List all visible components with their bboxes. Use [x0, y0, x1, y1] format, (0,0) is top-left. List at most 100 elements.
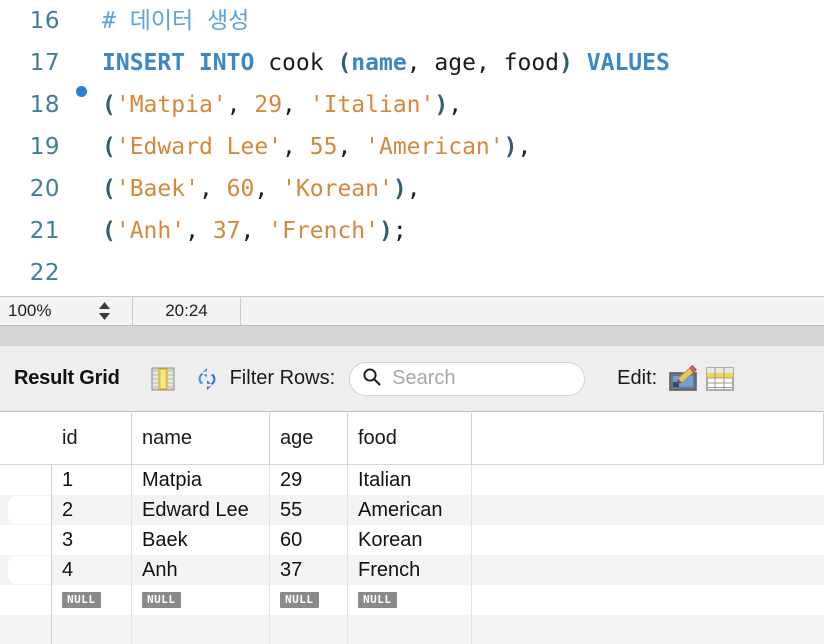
code-token: VALUES: [586, 50, 670, 76]
column-header-id[interactable]: id: [52, 413, 132, 464]
null-cell-age[interactable]: NULL: [270, 585, 348, 615]
column-header-age[interactable]: age: [270, 413, 348, 464]
null-cell-id[interactable]: NULL: [52, 585, 132, 615]
line-number: 22: [29, 260, 60, 286]
code-line[interactable]: 18 ('Matpia', 29, 'Italian'),: [0, 84, 824, 126]
table-cell-food[interactable]: French: [348, 555, 472, 585]
stepper-up-down-icon[interactable]: [97, 301, 112, 321]
column-header-name[interactable]: name: [132, 413, 270, 464]
code-line-text[interactable]: ('Baek', 60, 'Korean'),: [98, 168, 824, 210]
code-token: (: [102, 92, 116, 118]
code-token: ): [379, 218, 393, 244]
code-line[interactable]: 22: [0, 252, 824, 294]
table-grid-icon[interactable]: [703, 362, 737, 396]
table-cell-age[interactable]: 29: [270, 465, 348, 495]
code-token: (: [102, 134, 116, 160]
table-cell-name[interactable]: Matpia: [132, 465, 270, 495]
line-number: 16: [29, 8, 60, 34]
breakpoint-dot-icon[interactable]: [76, 86, 87, 97]
code-token: 'Italian': [309, 92, 435, 118]
empty-cell-age: [270, 615, 348, 644]
zoom-level-value: 100%: [8, 301, 52, 320]
empty-cell-name: [132, 615, 270, 644]
code-line[interactable]: 21 ('Anh', 37, 'French');: [0, 210, 824, 252]
code-token: 'American': [365, 134, 504, 160]
table-cell-id[interactable]: 1: [52, 465, 132, 495]
null-cell-name[interactable]: NULL: [132, 585, 270, 615]
code-token: (: [102, 176, 116, 202]
new-record-row[interactable]: NULL NULL NULL NULL: [0, 585, 824, 615]
grid-columns-icon[interactable]: [146, 362, 180, 396]
result-grid-toolbar: Result Grid Filter Rows: Search Edit:: [0, 346, 824, 412]
empty-row: [0, 615, 824, 644]
code-token: ): [503, 134, 518, 160]
code-line-text[interactable]: # 데이터 생성: [98, 0, 824, 42]
column-header-filler: [472, 413, 824, 464]
code-line[interactable]: 20 ('Baek', 60, 'Korean'),: [0, 168, 824, 210]
table-row[interactable]: 3 Baek 60 Korean: [0, 525, 824, 555]
row-selector[interactable]: [0, 585, 52, 615]
result-grid-title: Result Grid: [14, 367, 120, 389]
sql-editor[interactable]: 16 # 데이터 생성 17 INSERT INTO cook (name, age,…: [0, 0, 824, 296]
column-header-food[interactable]: food: [348, 413, 472, 464]
table-cell-id[interactable]: 3: [52, 525, 132, 555]
code-token: ;: [392, 218, 407, 244]
table-cell-name[interactable]: Baek: [132, 525, 270, 555]
code-line-text[interactable]: ('Edward Lee', 55, 'American'),: [98, 126, 824, 168]
code-lines-container[interactable]: 16 # 데이터 생성 17 INSERT INTO cook (name, age,…: [0, 0, 824, 294]
row-selector[interactable]: [0, 495, 52, 525]
code-token: age: [434, 50, 476, 76]
code-line[interactable]: 16 # 데이터 생성: [0, 0, 824, 42]
search-input[interactable]: [390, 366, 575, 391]
table-cell-filler: [472, 495, 824, 525]
code-token: ,: [337, 134, 366, 160]
table-row[interactable]: 1 Matpia 29 Italian: [0, 465, 824, 495]
row-selector[interactable]: [0, 465, 52, 495]
refresh-icon[interactable]: [190, 362, 224, 396]
table-cell-name[interactable]: Anh: [132, 555, 270, 585]
editor-status-bar: 100% 20:24: [0, 296, 824, 326]
line-number: 20: [29, 176, 60, 202]
table-body[interactable]: 1 Matpia 29 Italian 2 Edward Lee 55 American 3 Ba…: [0, 465, 824, 644]
null-cell-food[interactable]: NULL: [348, 585, 472, 615]
mysql-workbench-window: 16 # 데이터 생성 17 INSERT INTO cook (name, age,…: [0, 0, 824, 644]
code-token: 55: [309, 134, 338, 160]
table-cell-food[interactable]: Italian: [348, 465, 472, 495]
row-selector[interactable]: [0, 615, 52, 644]
code-token: cook: [268, 50, 324, 76]
row-header-corner: [0, 413, 52, 464]
table-cell-name[interactable]: Edward Lee: [132, 495, 270, 525]
code-line-text[interactable]: ('Matpia', 29, 'Italian'),: [98, 84, 824, 126]
code-token: ): [392, 176, 407, 202]
code-line-text[interactable]: INSERT INTO cook (name, age, food) VALUE…: [98, 42, 824, 84]
result-grid-table[interactable]: id name age food 1 Matpia 29 Italian 2 Edward…: [0, 413, 824, 644]
code-line[interactable]: 19 ('Edward Lee', 55, 'American'),: [0, 126, 824, 168]
code-token: 'French': [268, 218, 379, 244]
table-cell-food[interactable]: American: [348, 495, 472, 525]
table-cell-id[interactable]: 4: [52, 555, 132, 585]
row-selector[interactable]: [0, 525, 52, 555]
table-cell-age[interactable]: 55: [270, 495, 348, 525]
row-selector[interactable]: [0, 555, 52, 585]
code-token: ,: [240, 218, 269, 244]
table-cell-age[interactable]: 60: [270, 525, 348, 555]
search-box[interactable]: [349, 361, 586, 396]
zoom-control[interactable]: 100%: [0, 297, 133, 325]
table-cell-filler: [472, 555, 824, 585]
code-token: food: [503, 50, 560, 76]
null-badge: NULL: [142, 591, 181, 609]
table-row[interactable]: 2 Edward Lee 55 American: [0, 495, 824, 525]
table-cell-food[interactable]: Korean: [348, 525, 472, 555]
panel-divider[interactable]: [0, 326, 824, 346]
code-token: ,: [226, 92, 255, 118]
code-line-text[interactable]: ('Anh', 37, 'French');: [98, 210, 824, 252]
table-cell-age[interactable]: 37: [270, 555, 348, 585]
table-row[interactable]: 4 Anh 37 French: [0, 555, 824, 585]
pencil-edit-icon[interactable]: [667, 362, 701, 396]
code-token: 'Baek': [115, 176, 199, 202]
line-number: 18: [29, 92, 60, 118]
table-cell-id[interactable]: 2: [52, 495, 132, 525]
code-line[interactable]: 17 INSERT INTO cook (name, age, food) VAL…: [0, 42, 824, 97]
code-token: 'Edward Lee': [115, 134, 283, 160]
